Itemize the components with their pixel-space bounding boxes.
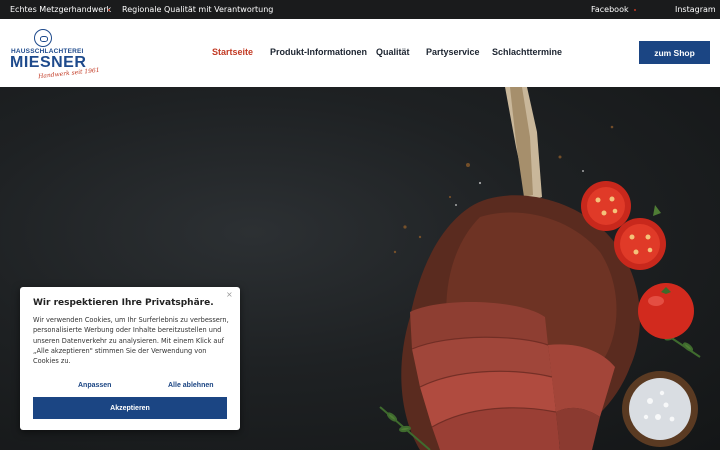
shop-button[interactable]: zum Shop	[639, 41, 710, 64]
nav-partyservice[interactable]: Partyservice	[426, 47, 480, 57]
topbar-claim-1: Echtes Metzgerhandwerk	[10, 5, 112, 14]
close-icon[interactable]: ×	[226, 290, 233, 299]
top-bar: Echtes Metzgerhandwerk Regionale Qualitä…	[0, 0, 720, 19]
cookie-consent-dialog: Wir respektieren Ihre Privatsphäre. × Wi…	[20, 287, 240, 430]
instagram-link[interactable]: Instagram	[675, 5, 716, 14]
reject-all-button[interactable]: Alle ablehnen	[168, 382, 214, 389]
topbar-claim-2: Regionale Qualität mit Verantwortung	[122, 5, 274, 14]
nav-produkt-informationen[interactable]: Produkt-Informationen	[270, 47, 367, 57]
pig-logo-icon	[34, 29, 52, 47]
facebook-link[interactable]: Facebook	[591, 5, 629, 14]
accept-button[interactable]: Akzeptieren	[33, 397, 227, 419]
nav-startseite[interactable]: Startseite	[212, 47, 253, 57]
site-header: HAUSSCHLACHTEREI MIESNER Handwerk seit 1…	[0, 19, 720, 87]
site-logo[interactable]: HAUSSCHLACHTEREI MIESNER Handwerk seit 1…	[10, 29, 100, 81]
cookie-text: Wir verwenden Cookies, um Ihr Surferlebn…	[33, 316, 229, 366]
cookie-title: Wir respektieren Ihre Privatsphäre.	[33, 298, 214, 308]
topbar-dot	[108, 9, 110, 11]
nav-schlachttermine[interactable]: Schlachttermine	[492, 47, 562, 57]
topbar-dot	[634, 9, 636, 11]
customize-button[interactable]: Anpassen	[78, 382, 111, 389]
nav-qualitaet[interactable]: Qualität	[376, 47, 410, 57]
